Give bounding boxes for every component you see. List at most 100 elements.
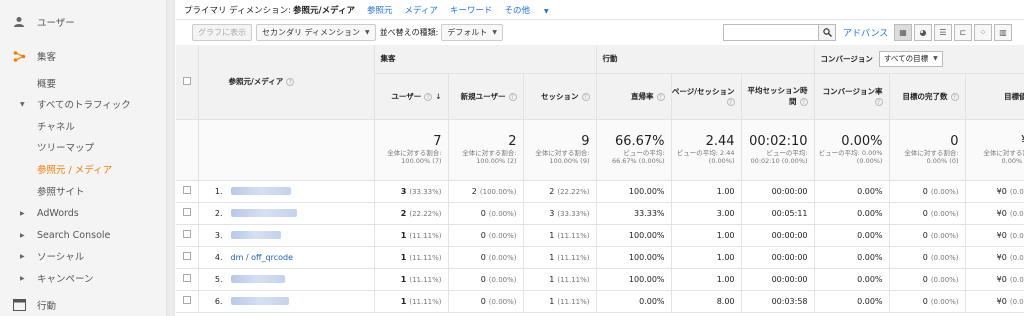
help-icon[interactable]: ? [726, 98, 735, 106]
redacted-dimension[interactable] [230, 275, 285, 283]
help-icon[interactable]: ? [950, 92, 959, 101]
cell-new-users: 0 (0.00%) [448, 246, 524, 269]
sidebar-item-source-medium[interactable]: 参照元 / メディア [0, 162, 167, 176]
cell-users: 1 (11.11%) [374, 268, 449, 291]
table-view-icon[interactable]: ▦ [894, 24, 912, 41]
cell-pct: (22.22%) [557, 187, 590, 196]
table-search-input[interactable] [723, 24, 819, 41]
row-number: 6. [214, 296, 223, 306]
cell-pct: (0.00%) [930, 231, 959, 240]
cell-sessions: 1 (11.11%) [523, 290, 597, 313]
dimension-link-source[interactable]: 参照元 [367, 4, 393, 16]
sidebar-item-campaigns[interactable]: ▶ キャンペーン [0, 271, 167, 285]
sidebar-item-social[interactable]: ▶ ソーシャル [0, 249, 167, 263]
select-all-checkbox[interactable] [182, 76, 191, 85]
help-icon[interactable]: ? [581, 92, 590, 101]
row-checkbox[interactable] [182, 208, 191, 216]
term-cloud-icon[interactable]: ⁘ [974, 24, 992, 41]
dimension-link-medium[interactable]: メディア [405, 4, 438, 16]
goal-select-dropdown[interactable]: すべての目標 ▼ [878, 50, 943, 67]
cell-pct: (11.11%) [409, 297, 442, 306]
row-dimension-link[interactable] [230, 275, 285, 284]
column-header-new-users[interactable]: 新規ユーザー? [448, 73, 524, 120]
cell-bounce-rate: 100.00% [596, 180, 672, 203]
column-header-goal-completions[interactable]: 目標の完了数? [889, 73, 966, 120]
cell-pct: (11.11%) [557, 275, 590, 284]
row-dimension-link[interactable] [230, 297, 289, 306]
totals-row: 7 全体に対する割合: 100.00% (7) 2 全体に対する割合: 100.00… [176, 119, 1024, 181]
redacted-dimension[interactable] [230, 187, 291, 195]
row-checkbox[interactable] [182, 296, 191, 304]
sidebar-item-label: チャネル [37, 122, 75, 133]
row-checkbox[interactable] [182, 186, 191, 194]
sidebar-item-channels[interactable]: チャネル [0, 119, 167, 133]
sidebar-item-treemaps[interactable]: ツリーマップ [0, 140, 167, 154]
row-checkbox[interactable] [182, 252, 191, 260]
cell-value: 0 [480, 274, 486, 284]
sidebar-item-referrals[interactable]: 参照サイト [0, 184, 167, 198]
sidebar-item-acquisition[interactable]: 集客 [0, 48, 167, 64]
row-dimension: 5. [198, 268, 375, 291]
help-icon[interactable]: ? [424, 92, 433, 101]
primary-dimension-label: プライマリ ディメンション: [184, 5, 291, 16]
column-header-pages-per-session[interactable]: ページ/セッション? [671, 73, 742, 120]
total-pages-per-session: 2.44 ビューの平均: 2.44 (0.00%) [671, 119, 742, 181]
cell-pct: (11.11%) [557, 253, 590, 262]
sidebar-item-audience[interactable]: ユーザー [0, 14, 167, 30]
sidebar-item-overview[interactable]: 概要 [0, 76, 167, 90]
sidebar-scrollbar[interactable] [167, 0, 175, 316]
help-icon[interactable]: ? [286, 78, 295, 87]
triangle-right-icon: ▶ [20, 274, 25, 282]
pie-view-icon[interactable]: ◕ [914, 24, 932, 41]
dimension-header[interactable]: 参照元/メディア? [198, 45, 375, 120]
cell-value: 0 [480, 230, 486, 240]
cell-pct: (11.11%) [557, 297, 590, 306]
cell-goal-value: ¥0(0.00%) [965, 224, 1024, 247]
cell-pct: (0.00%) [930, 297, 959, 306]
secondary-dimension-dropdown[interactable]: セカンダリ ディメンション ▼ [256, 24, 376, 41]
redacted-dimension[interactable] [230, 231, 281, 239]
cell-goal-value: ¥0(0.00%) [965, 202, 1024, 225]
sidebar-item-behavior[interactable]: 行動 [0, 297, 167, 313]
row-dimension-link[interactable] [230, 209, 297, 218]
row-dimension-link[interactable]: dm / off_qrcode [231, 253, 294, 262]
cell-pct: (0.00%) [1009, 209, 1024, 218]
cell-value: 1 [400, 252, 407, 262]
cell-pct: (11.11%) [409, 253, 442, 262]
cell-pct: (0.00%) [930, 209, 959, 218]
dimension-link-keyword[interactable]: キーワード [450, 4, 493, 16]
search-icon[interactable] [819, 24, 836, 41]
column-header-avg-session-duration[interactable]: 平均セッション時間? [741, 73, 815, 120]
help-icon[interactable]: ? [656, 92, 665, 101]
sidebar-item-search-console[interactable]: ▶ Search Console [0, 228, 167, 242]
cell-new-users: 2 (100.00%) [448, 180, 524, 203]
column-header-users[interactable]: ユーザー? ↓ [374, 73, 449, 120]
chevron-down-icon: ▼ [492, 29, 497, 36]
column-header-goal-value[interactable]: 目標値? [965, 73, 1024, 120]
row-checkbox-cell [176, 180, 199, 203]
row-dimension-link[interactable] [230, 187, 291, 196]
comparison-view-icon[interactable]: ⊏ [954, 24, 972, 41]
help-icon[interactable]: ? [799, 98, 808, 106]
help-icon[interactable]: ? [874, 98, 883, 106]
total-avg-session-duration: 00:02:10 ビューの平均: 00:02:10 (0.00%) [741, 119, 815, 181]
row-checkbox[interactable] [182, 230, 191, 238]
plot-rows-button[interactable]: グラフに表示 [192, 24, 252, 41]
row-dimension-link[interactable] [230, 231, 281, 240]
row-checkbox[interactable] [182, 274, 191, 282]
sort-type-dropdown[interactable]: デフォルト ▼ [441, 24, 503, 41]
cell-value: 1 [549, 274, 555, 284]
redacted-dimension[interactable] [230, 297, 289, 305]
advanced-filter-link[interactable]: アドバンス [843, 26, 888, 39]
sidebar-item-all-traffic[interactable]: ▼ すべてのトラフィック [0, 97, 167, 111]
column-header-bounce-rate[interactable]: 直帰率? [596, 73, 672, 120]
pivot-view-icon[interactable]: ▥ [994, 24, 1012, 41]
column-header-conversion-rate[interactable]: コンバージョン率? [814, 73, 890, 120]
redacted-dimension[interactable] [230, 209, 297, 217]
help-icon[interactable]: ? [508, 92, 517, 101]
performance-view-icon[interactable]: ☰ [934, 24, 952, 41]
sidebar-item-adwords[interactable]: ▶ AdWords [0, 206, 167, 220]
cell-avg-session-duration: 00:00:00 [741, 224, 815, 247]
dimension-link-other[interactable]: その他 ▼ [504, 4, 560, 16]
column-header-sessions[interactable]: セッション? [523, 73, 597, 120]
